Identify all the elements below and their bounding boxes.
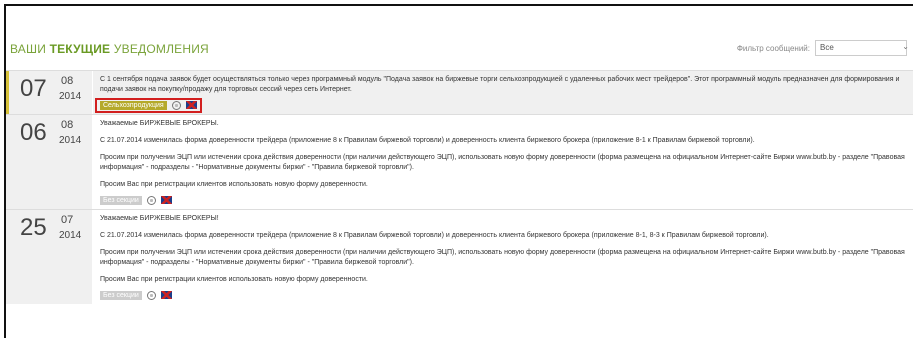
- notification-text: Уважаемые БИРЖЕВЫЕ БРОКЕРЫ!: [100, 215, 219, 222]
- globe-icon[interactable]: [171, 100, 181, 110]
- date-year: 2014: [59, 135, 82, 146]
- tag-row: Без секции: [100, 195, 909, 205]
- globe-icon[interactable]: [146, 290, 156, 300]
- message-filter: Фильтр сообщений: Все ⌄: [736, 40, 909, 56]
- section-tag[interactable]: Без секции: [100, 290, 142, 300]
- notification-text: С 21.07.2014 изменилась форма довереннос…: [100, 137, 755, 144]
- globe-icon[interactable]: [146, 195, 156, 205]
- tag-row: Сельхозпродукция: [95, 97, 909, 113]
- notification-content: С 1 сентября подача заявок будет осущест…: [93, 71, 913, 114]
- notification-content: Уважаемые БИРЖЕВЫЕ БРОКЕРЫ! С 21.07.2014…: [93, 210, 913, 304]
- notification-text: Просим при получении ЭЦП или истечении с…: [100, 154, 905, 171]
- notification-item[interactable]: 07 08 2014 С 1 сентября подача заявок бу…: [6, 70, 913, 114]
- notification-text: С 1 сентября подача заявок будет осущест…: [100, 76, 900, 93]
- uk-flag-icon[interactable]: [160, 196, 172, 204]
- date-box: 07 08 2014: [6, 71, 93, 114]
- date-day: 07: [20, 75, 47, 102]
- date-box: 25 07 2014: [6, 210, 93, 304]
- notification-text: Просим Вас при регистрации клиентов испо…: [100, 276, 368, 283]
- notification-text: Просим при получении ЭЦП или истечении с…: [100, 249, 905, 266]
- notification-text: Уважаемые БИРЖЕВЫЕ БРОКЕРЫ.: [100, 120, 219, 127]
- filter-label: Фильтр сообщений:: [736, 43, 810, 53]
- page-title: ВАШИ ТЕКУЩИЕ УВЕДОМЛЕНИЯ: [10, 42, 209, 56]
- chevron-down-icon[interactable]: ⌄: [902, 42, 909, 51]
- filter-select[interactable]: Все: [815, 40, 907, 56]
- section-tag[interactable]: Сельхозпродукция: [100, 100, 167, 110]
- date-box: 06 08 2014: [6, 115, 93, 209]
- tag-row: Без секции: [100, 290, 909, 300]
- title-part-2: ТЕКУЩИЕ: [49, 42, 111, 56]
- notification-list: 07 08 2014 С 1 сентября подача заявок бу…: [6, 70, 913, 304]
- date-day: 06: [20, 119, 47, 146]
- notification-item[interactable]: 06 08 2014 Уважаемые БИРЖЕВЫЕ БРОКЕРЫ. С…: [6, 114, 913, 209]
- notification-text: С 21.07.2014 изменилась форма довереннос…: [100, 232, 769, 239]
- filter-value: Все: [820, 43, 834, 52]
- section-tag[interactable]: Без секции: [100, 195, 142, 205]
- date-month: 08: [61, 75, 74, 87]
- date-day: 25: [20, 214, 47, 241]
- date-year: 2014: [59, 91, 82, 102]
- notification-text: Просим Вас при регистрации клиентов испо…: [100, 181, 368, 188]
- notification-content: Уважаемые БИРЖЕВЫЕ БРОКЕРЫ. С 21.07.2014…: [93, 115, 913, 209]
- notifications-panel: ВАШИ ТЕКУЩИЕ УВЕДОМЛЕНИЯ Фильтр сообщени…: [4, 4, 913, 338]
- date-year: 2014: [59, 230, 82, 241]
- title-part-3: УВЕДОМЛЕНИЯ: [110, 42, 209, 56]
- date-month: 08: [61, 119, 74, 131]
- uk-flag-icon[interactable]: [185, 101, 197, 109]
- notification-item[interactable]: 25 07 2014 Уважаемые БИРЖЕВЫЕ БРОКЕРЫ! С…: [6, 209, 913, 304]
- uk-flag-icon[interactable]: [160, 291, 172, 299]
- highlighted-tag-area: Сельхозпродукция: [95, 97, 202, 113]
- title-part-1: ВАШИ: [10, 42, 50, 56]
- date-month: 07: [61, 214, 74, 226]
